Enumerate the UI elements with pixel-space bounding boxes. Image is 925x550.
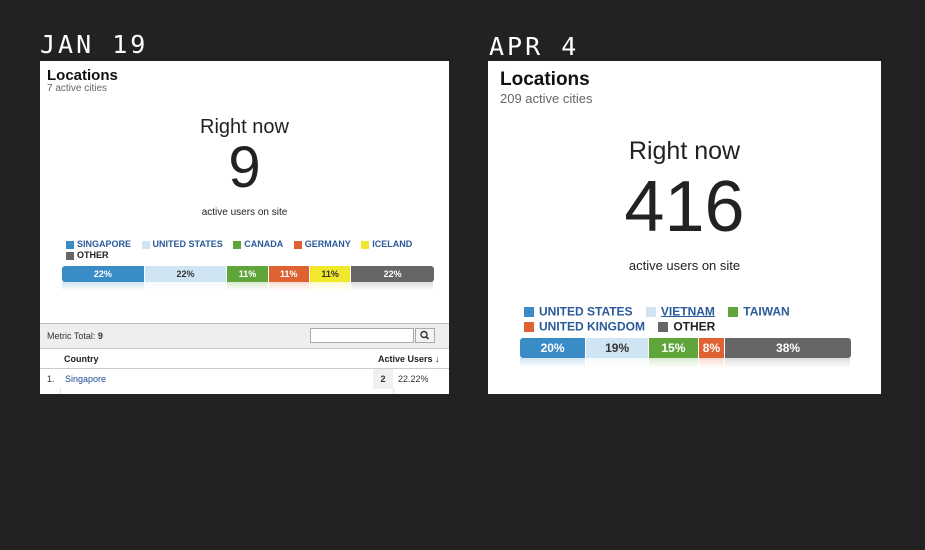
bar-segment-5: 11% <box>309 266 352 282</box>
country-legend: UNITED STATES VIETNAM TAIWAN UNITED KING… <box>524 304 864 335</box>
legend-label: UNITED KINGDOM <box>539 319 645 334</box>
bar-segment-3: 11% <box>227 266 269 282</box>
bar-reflection-segment-5 <box>725 358 851 368</box>
legend-swatch <box>361 240 370 249</box>
active-users-caption: active users on site <box>628 258 741 273</box>
column-header-active-users[interactable]: Active Users ↓ <box>378 354 440 364</box>
bar-segment-2: 19% <box>586 338 650 358</box>
country-share-bar: 20% 19% 15% 8% 38% <box>520 338 851 358</box>
date-label-right: APR 4 <box>489 32 580 61</box>
legend-item-united-states[interactable]: UNITED STATES <box>141 239 223 250</box>
bar-reflection-segment-2 <box>144 282 228 291</box>
legend-swatch <box>293 240 302 249</box>
bar-reflection-segment-1 <box>520 358 587 368</box>
bar-reflection-segment-4 <box>698 358 726 368</box>
row-active-percent: 22.22% <box>398 374 429 384</box>
column-header-country[interactable]: Country <box>64 354 99 364</box>
bar-reflection-segment-4 <box>268 282 310 291</box>
bar-segment-1: 20% <box>520 338 587 358</box>
legend-label: OTHER <box>673 319 716 334</box>
legend-label: UNITED STATES <box>539 304 633 319</box>
table-row: 1. Singapore 2 22.22% <box>40 369 449 389</box>
legend-item-germany[interactable]: GERMANY <box>293 239 351 250</box>
legend-swatch <box>524 306 534 317</box>
legend-label: UNITED STATES <box>152 239 223 250</box>
active-users-count: 416 <box>624 167 745 247</box>
legend-swatch <box>658 322 669 333</box>
bar-segment-4: 8% <box>698 338 726 358</box>
bar-reflection-segment-5 <box>309 282 352 291</box>
legend-label: CANADA <box>244 239 284 250</box>
search-icon <box>420 330 430 340</box>
bar-segment-3: 15% <box>649 338 699 358</box>
panel-title: Locations <box>500 69 590 90</box>
active-users-caption: active users on site <box>201 207 288 218</box>
legend-swatch <box>66 251 74 260</box>
legend-item-vietnam[interactable]: VIETNAM <box>645 304 715 319</box>
locations-panel-left: Locations 7 active cities Right now 9 ac… <box>40 61 449 394</box>
legend-swatch <box>141 240 150 249</box>
bar-segment-4: 11% <box>268 266 310 282</box>
bar-segment-6: 22% <box>351 266 434 282</box>
legend-label: OTHER <box>77 250 109 261</box>
active-cities-count: 209 active cities <box>500 91 593 106</box>
legend-label: SINGAPORE <box>77 239 132 250</box>
legend-swatch <box>233 240 242 249</box>
bar-reflection-segment-2 <box>586 358 650 368</box>
metric-total-label: Metric Total: <box>47 331 96 341</box>
legend-label: TAIWAN <box>743 304 790 319</box>
legend-item-taiwan[interactable]: TAIWAN <box>728 304 790 319</box>
bar-reflection-segment-3 <box>227 282 269 291</box>
table-search-input[interactable] <box>310 328 414 343</box>
row-country-link[interactable]: Singapore <box>65 374 106 384</box>
country-legend: SINGAPORE UNITED STATES CANADA GERMANY I… <box>66 239 436 261</box>
right-now-title: Right now <box>628 137 741 165</box>
row-divider <box>60 389 61 394</box>
row-index: 1. <box>47 374 55 384</box>
active-cities-count: 7 active cities <box>47 83 108 94</box>
bar-reflection-segment-1 <box>62 282 145 291</box>
metric-total: Metric Total: 9 <box>47 331 103 341</box>
row-divider <box>393 389 394 394</box>
bar-segment-1: 22% <box>62 266 145 282</box>
bar-segment-2: 22% <box>144 266 228 282</box>
bar-reflection-segment-6 <box>351 282 434 291</box>
legend-item-united-kingdom[interactable]: UNITED KINGDOM <box>524 319 645 334</box>
legend-item-iceland[interactable]: ICELAND <box>361 239 412 250</box>
legend-item-other[interactable]: OTHER <box>66 250 109 261</box>
legend-label: ICELAND <box>372 239 413 250</box>
bar-reflection-segment-3 <box>649 358 699 368</box>
legend-label: GERMANY <box>304 239 351 250</box>
active-users-count: 9 <box>228 135 261 200</box>
country-share-bar-reflection <box>62 282 434 291</box>
date-label-left: JAN 19 <box>40 30 149 59</box>
legend-swatch <box>728 306 739 317</box>
metric-total-bar: Metric Total: 9 <box>40 323 449 349</box>
locations-panel-right: Locations 209 active cities Right now 41… <box>488 61 881 394</box>
legend-label: VIETNAM <box>660 304 715 319</box>
country-share-bar: 22% 22% 11% 11% 11% 22% <box>62 266 434 282</box>
legend-swatch <box>66 240 74 249</box>
bar-segment-5: 38% <box>725 338 851 358</box>
legend-item-united-states[interactable]: UNITED STATES <box>524 304 633 319</box>
legend-swatch <box>524 322 534 333</box>
country-share-bar-reflection <box>520 358 851 368</box>
legend-item-singapore[interactable]: SINGAPORE <box>66 239 131 250</box>
table-header: Country Active Users ↓ <box>40 349 449 369</box>
table-search-button[interactable] <box>415 328 435 343</box>
metric-total-value: 9 <box>97 331 103 341</box>
locations-table: Metric Total: 9 Country Active Users ↓ 1… <box>40 323 449 394</box>
legend-item-other[interactable]: OTHER <box>658 319 715 334</box>
legend-swatch <box>645 306 656 317</box>
panel-title: Locations <box>47 67 118 84</box>
row-active-count: 2 <box>373 369 393 389</box>
legend-item-canada[interactable]: CANADA <box>233 239 283 250</box>
